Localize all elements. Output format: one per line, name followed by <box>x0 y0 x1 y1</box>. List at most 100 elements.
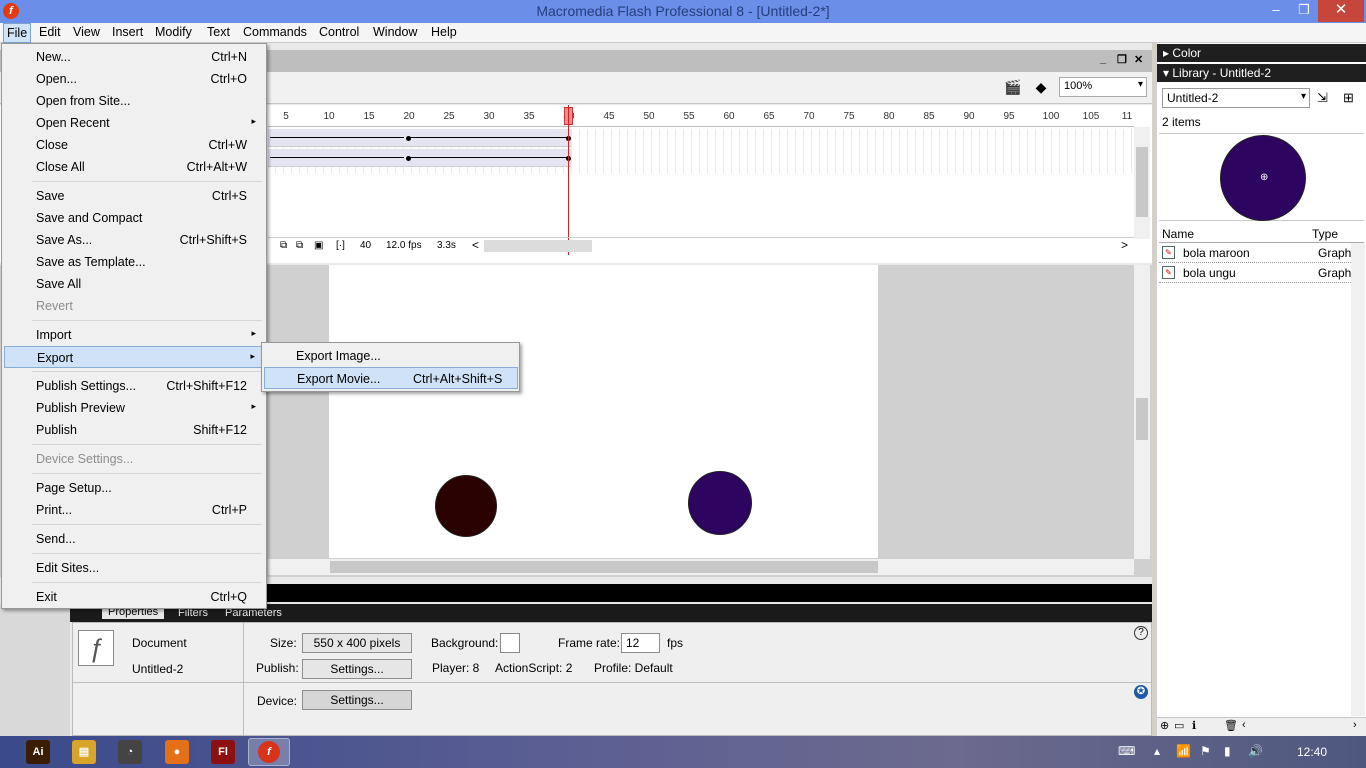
library-document-select[interactable]: Untitled-2 ▾ <box>1162 88 1310 108</box>
new-folder-icon[interactable]: ▭ <box>1174 719 1184 732</box>
menu-insert[interactable]: Insert <box>109 25 146 39</box>
frame-rate-input[interactable]: 12 <box>621 633 660 653</box>
menu-commands[interactable]: Commands <box>240 25 310 39</box>
scroll-right-icon[interactable]: > <box>1121 238 1128 252</box>
flash-cs-taskbar-icon[interactable]: Fl <box>211 740 235 764</box>
library-panel-header[interactable]: ▾ Library - Untitled-2 <box>1157 64 1366 82</box>
background-color-swatch[interactable] <box>500 633 520 653</box>
menu-item-open-recent[interactable]: Open Recent ▸ <box>4 112 264 134</box>
menu-item-export-movie[interactable]: Export Movie... Ctrl+Alt+Shift+S <box>264 367 518 389</box>
timeline-vscroll[interactable] <box>1134 127 1150 239</box>
minimize-button[interactable]: – <box>1262 0 1290 22</box>
onion-markers-icon[interactable]: [·] <box>336 240 345 251</box>
firefox-taskbar-icon[interactable]: ● <box>165 740 189 764</box>
action-center-icon[interactable]: ⚑ <box>1200 744 1211 758</box>
menu-item-open-from-site[interactable]: Open from Site... <box>4 90 264 112</box>
stage-hscroll[interactable] <box>268 559 1134 575</box>
menu-text[interactable]: Text <box>204 25 233 39</box>
motion-tween[interactable] <box>406 149 571 167</box>
edit-scene-icon[interactable]: 🎬 <box>1002 79 1024 97</box>
doc-minimize-button[interactable]: _ <box>1100 53 1106 65</box>
scroll-thumb[interactable] <box>330 561 878 573</box>
motion-tween[interactable] <box>268 129 408 147</box>
accessibility-icon[interactable]: ✪ <box>1134 685 1148 699</box>
menu-item-edit-sites[interactable]: Edit Sites... <box>4 557 264 579</box>
menu-file[interactable]: File <box>3 23 32 43</box>
menu-modify[interactable]: Modify <box>152 25 195 39</box>
menu-item-save-as-template[interactable]: Save as Template... <box>4 251 264 273</box>
keyframe[interactable] <box>406 136 411 141</box>
col-name[interactable]: Name <box>1162 227 1194 241</box>
library-item[interactable]: ✎ bola maroon Graph <box>1159 244 1351 263</box>
menu-item-close[interactable]: Close Ctrl+W <box>4 134 264 156</box>
frame-ruler[interactable]: 5 10 15 20 25 30 35 40 45 50 55 60 65 70… <box>268 107 1134 127</box>
timeline-hscroll-thumb[interactable] <box>484 240 592 252</box>
keyboard-icon[interactable]: ⌨ <box>1118 744 1135 758</box>
clock[interactable]: 12:40 <box>1297 745 1327 759</box>
volume-icon[interactable]: 🔊 <box>1248 744 1263 758</box>
restore-button[interactable]: ❐ <box>1290 0 1318 22</box>
battery-icon[interactable]: ▮ <box>1224 744 1231 758</box>
color-panel-header[interactable]: ▸ Color <box>1157 44 1366 62</box>
publish-settings-button[interactable]: Settings... <box>302 659 412 679</box>
menu-item-print[interactable]: Print... Ctrl+P <box>4 499 264 521</box>
pin-library-icon[interactable]: ⇲ <box>1317 90 1328 106</box>
properties-icon[interactable]: ℹ <box>1192 719 1196 732</box>
keyframe[interactable] <box>406 156 411 161</box>
scroll-thumb[interactable] <box>1136 398 1148 440</box>
menu-item-export-image[interactable]: Export Image... <box>264 345 518 367</box>
stage[interactable] <box>329 265 878 558</box>
menu-edit[interactable]: Edit <box>36 25 64 39</box>
menu-item-publish[interactable]: Publish Shift+F12 <box>4 419 264 441</box>
menu-item-close-all[interactable]: Close All Ctrl+Alt+W <box>4 156 264 178</box>
menu-item-import[interactable]: Import ▸ <box>4 324 264 346</box>
menu-window[interactable]: Window <box>370 25 420 39</box>
file-explorer-taskbar-icon[interactable]: ▤ <box>72 740 96 764</box>
doc-restore-button[interactable]: ❐ <box>1117 53 1127 66</box>
menu-item-save[interactable]: Save Ctrl+S <box>4 185 264 207</box>
doc-close-button[interactable]: ✕ <box>1134 53 1143 66</box>
menu-item-save-as[interactable]: Save As... Ctrl+Shift+S <box>4 229 264 251</box>
delete-icon[interactable]: 🗑 <box>1224 719 1238 732</box>
onion-skin-icon[interactable]: ⧉ <box>280 240 287 251</box>
new-library-panel-icon[interactable]: ⊞ <box>1343 90 1354 106</box>
onion-outline-icon[interactable]: ⧉ <box>296 240 303 251</box>
menu-item-publish-settings[interactable]: Publish Settings... Ctrl+Shift+F12 <box>4 375 264 397</box>
library-vscroll[interactable] <box>1351 243 1365 716</box>
menu-item-send[interactable]: Send... <box>4 528 264 550</box>
close-button[interactable]: ✕ <box>1318 0 1364 22</box>
menu-item-page-setup[interactable]: Page Setup... <box>4 477 264 499</box>
illustrator-taskbar-icon[interactable]: Ai <box>26 740 50 764</box>
menu-help[interactable]: Help <box>428 25 460 39</box>
edit-multiple-frames-icon[interactable]: ▣ <box>314 240 323 251</box>
show-hidden-icons[interactable]: ▴ <box>1154 744 1160 758</box>
menu-item-new[interactable]: New... Ctrl+N <box>4 46 264 68</box>
playhead[interactable] <box>568 105 569 255</box>
network-icon[interactable]: 📶 <box>1176 744 1191 758</box>
ball-maroon[interactable] <box>435 475 497 537</box>
menu-item-open[interactable]: Open... Ctrl+O <box>4 68 264 90</box>
flash8-taskbar-icon[interactable]: f <box>248 738 290 766</box>
scroll-right-icon[interactable]: › <box>1353 719 1357 731</box>
stage-vscroll[interactable] <box>1134 265 1150 559</box>
menu-view[interactable]: View <box>70 25 103 39</box>
motion-tween[interactable] <box>406 129 571 147</box>
help-icon[interactable]: ? <box>1134 626 1148 640</box>
menu-control[interactable]: Control <box>316 25 362 39</box>
col-type[interactable]: Type <box>1312 227 1338 241</box>
library-item[interactable]: ✎ bola ungu Graph <box>1159 264 1351 283</box>
menu-item-publish-preview[interactable]: Publish Preview ▸ <box>4 397 264 419</box>
document-size-button[interactable]: 550 x 400 pixels <box>302 633 412 653</box>
device-settings-button[interactable]: Settings... <box>302 690 412 710</box>
zoom-select[interactable]: 100% ▾ <box>1059 77 1147 97</box>
new-symbol-icon[interactable]: ⊕ <box>1160 719 1169 732</box>
scroll-left-icon[interactable]: ‹ <box>1242 719 1246 731</box>
scroll-left-icon[interactable]: < <box>472 238 479 252</box>
menu-item-save-all[interactable]: Save All <box>4 273 264 295</box>
motion-tween[interactable] <box>268 149 408 167</box>
media-taskbar-icon[interactable]: ◔ <box>118 740 142 764</box>
menu-item-save-and-compact[interactable]: Save and Compact <box>4 207 264 229</box>
ball-purple[interactable] <box>688 471 752 535</box>
scroll-thumb[interactable] <box>1136 147 1148 217</box>
menu-item-exit[interactable]: Exit Ctrl+Q <box>4 586 264 608</box>
